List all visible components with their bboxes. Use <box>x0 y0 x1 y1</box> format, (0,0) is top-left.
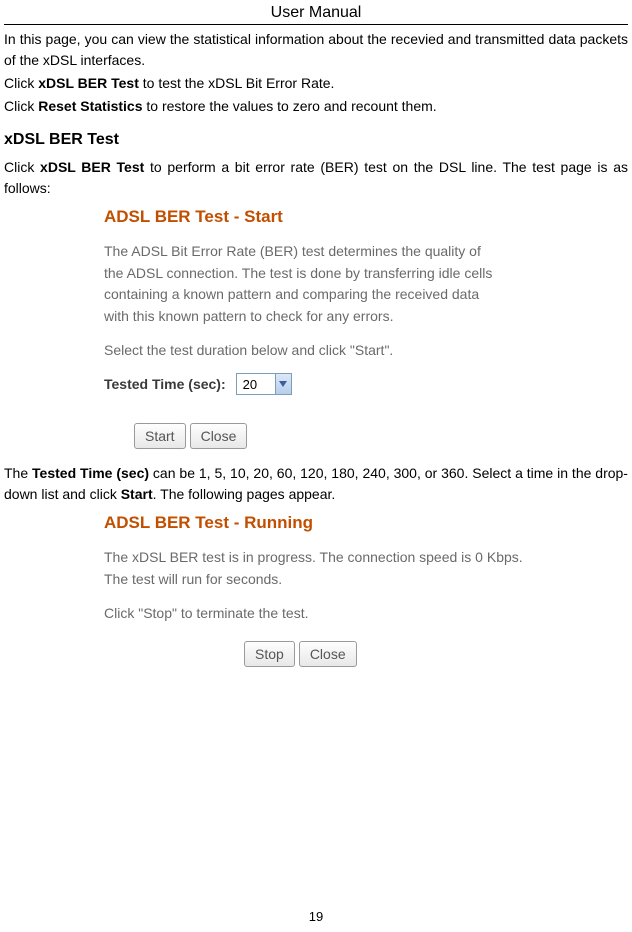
section-heading: xDSL BER Test <box>4 131 628 149</box>
dialog-instruction: Click "Stop" to terminate the test. <box>104 603 524 625</box>
mid-paragraph: The Tested Time (sec) can be 1, 5, 10, 2… <box>4 463 628 505</box>
section-intro: Click xDSL BER Test to perform a bit err… <box>4 157 628 199</box>
close-button[interactable]: Close <box>299 641 357 667</box>
page-number: 19 <box>0 909 632 924</box>
text: to restore the values to zero and recoun… <box>143 98 437 114</box>
text: . The following pages appear. <box>153 486 336 502</box>
intro-line-3: Click Reset Statistics to restore the va… <box>4 96 628 117</box>
dialog-instruction: Select the test duration below and click… <box>104 340 504 362</box>
button-row: Start Close <box>134 423 504 449</box>
embedded-dialog-running: ADSL BER Test - Running The xDSL BER tes… <box>104 513 524 666</box>
xdsl-ber-test-bold: xDSL BER Test <box>38 75 139 91</box>
stop-button[interactable]: Stop <box>244 641 295 667</box>
close-button[interactable]: Close <box>190 423 248 449</box>
intro-line-2: Click xDSL BER Test to test the xDSL Bit… <box>4 73 628 94</box>
select-value: 20 <box>243 377 257 392</box>
intro-paragraph: In this page, you can view the statistic… <box>4 29 628 71</box>
chevron-down-icon <box>275 374 291 394</box>
tested-time-select[interactable]: 20 <box>236 373 292 395</box>
text: The <box>4 465 32 481</box>
tested-time-bold: Tested Time (sec) <box>32 465 149 481</box>
text: Click <box>4 159 40 175</box>
start-button[interactable]: Start <box>134 423 186 449</box>
dialog-description: The ADSL Bit Error Rate (BER) test deter… <box>104 241 504 328</box>
reset-statistics-bold: Reset Statistics <box>38 98 142 114</box>
text: to test the xDSL Bit Error Rate. <box>139 75 335 91</box>
button-row: Stop Close <box>244 641 524 667</box>
tested-time-row: Tested Time (sec): 20 <box>104 373 504 395</box>
text: Click <box>4 98 38 114</box>
dialog-title: ADSL BER Test - Running <box>104 513 524 533</box>
xdsl-ber-test-bold: xDSL BER Test <box>40 159 144 175</box>
page-title: User Manual <box>4 4 628 25</box>
text: Click <box>4 75 38 91</box>
dialog-title: ADSL BER Test - Start <box>104 207 504 227</box>
tested-time-label: Tested Time (sec): <box>104 376 226 392</box>
dialog-description: The xDSL BER test is in progress. The co… <box>104 547 524 590</box>
embedded-dialog-start: ADSL BER Test - Start The ADSL Bit Error… <box>104 207 504 449</box>
start-bold: Start <box>121 486 153 502</box>
